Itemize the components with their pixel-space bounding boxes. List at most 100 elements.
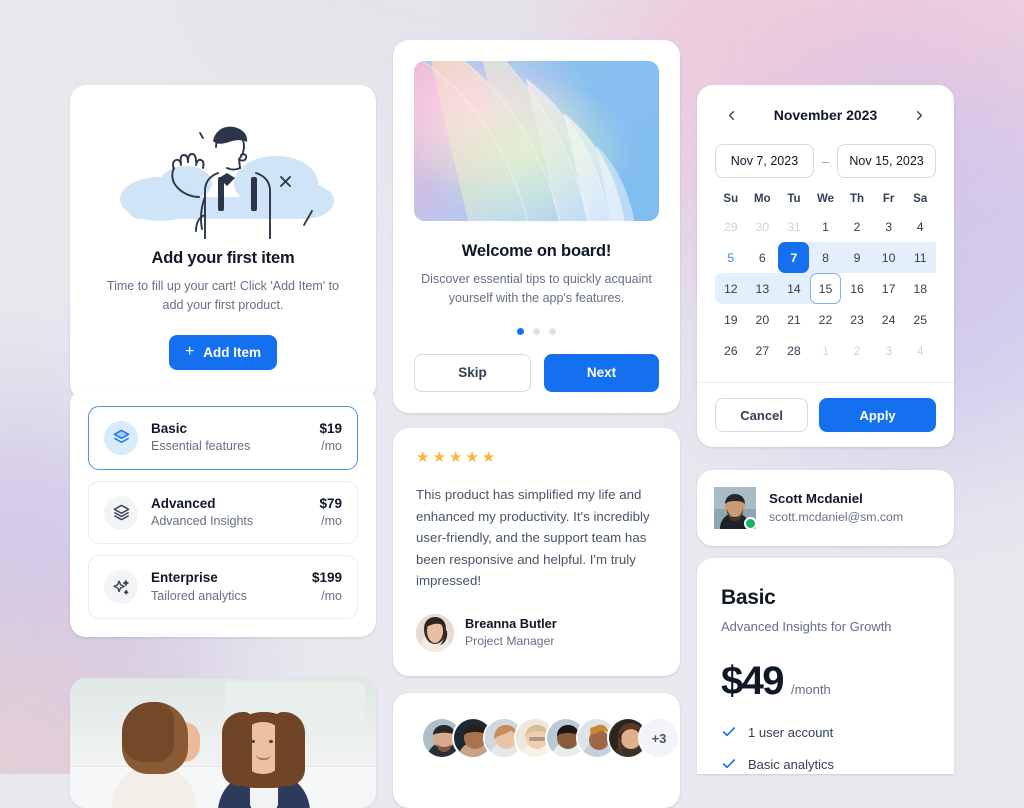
star-icon: ★ <box>432 449 446 466</box>
calendar-day[interactable]: 24 <box>873 304 905 335</box>
user-profile-card[interactable]: Scott Mcdaniel scott.mcdaniel@sm.com <box>697 470 954 546</box>
calendar-day-in-range[interactable]: 13 <box>746 273 779 304</box>
calendar-week-row: 29 30 31 1 2 3 4 <box>715 211 936 242</box>
testimonial-author-role: Project Manager <box>465 634 555 649</box>
empty-state-subtitle: Time to fill up your cart! Click 'Add It… <box>106 279 340 312</box>
pricing-feature-list: 1 user account Basic analytics <box>721 724 930 772</box>
avatar-group: +3 <box>421 717 680 759</box>
pricing-amount: $49 <box>721 659 785 703</box>
calendar-day[interactable]: 28 <box>778 335 810 366</box>
carousel-dot-3[interactable] <box>549 327 556 335</box>
calendar-day-in-range[interactable]: 14 <box>778 273 810 304</box>
calendar-week-row: 26 27 28 1 2 3 4 <box>715 335 936 366</box>
end-date-input[interactable]: Nov 15, 2023 <box>837 144 937 178</box>
calendar-day[interactable]: 3 <box>873 211 905 242</box>
calendar-day: 30 <box>755 219 770 234</box>
profile-name: Scott Mcdaniel <box>769 491 863 507</box>
star-icon: ★ <box>416 449 430 466</box>
calendar-day: 31 <box>787 219 801 234</box>
calendar-day-in-range[interactable]: 8 <box>809 242 842 273</box>
calendar-day[interactable]: 22 <box>810 304 842 335</box>
cancel-button[interactable]: Cancel <box>715 398 809 432</box>
add-item-button[interactable]: + Add Item <box>169 334 277 370</box>
calendar-day-in-range[interactable]: 11 <box>904 242 936 273</box>
pricing-plan-title: Basic <box>721 586 776 609</box>
chevron-left-icon[interactable] <box>719 103 743 127</box>
plan-selector-card: Basic Essential features $19 /mo Advance… <box>70 388 376 638</box>
plan-period: /mo <box>321 439 342 454</box>
plan-option-enterprise[interactable]: Enterprise Tailored analytics $199 /mo <box>88 555 358 620</box>
layers-stack-icon <box>104 495 138 530</box>
pricing-plan-subtitle: Advanced Insights for Growth <box>721 619 892 634</box>
carousel-dots <box>414 327 659 335</box>
check-icon <box>721 724 737 740</box>
calendar-day-range-end[interactable]: 15 <box>809 273 842 304</box>
calendar-month-label: November 2023 <box>773 107 878 123</box>
date-range-picker-card: November 2023 Nov 7, 2023 – Nov 15, 2023… <box>697 85 954 447</box>
calendar-day[interactable]: 6 <box>747 242 779 273</box>
calendar-day: 1 <box>822 343 829 358</box>
calendar-day: 3 <box>885 343 893 358</box>
dashboard-page: Add your first item Time to fill up your… <box>0 0 1024 808</box>
calendar-week-row: 19 20 21 22 23 24 25 <box>715 304 936 335</box>
star-icon: ★ <box>481 449 496 466</box>
list-item: Basic analytics <box>721 756 930 772</box>
calendar-week-row: 12 13 14 15 16 17 18 <box>715 273 936 304</box>
feature-label: 1 user account <box>748 724 834 740</box>
pricing-card: Basic Advanced Insights for Growth $49 /… <box>697 558 954 774</box>
waving-person-illustration <box>108 111 338 239</box>
calendar-day[interactable]: 27 <box>747 335 779 366</box>
avatar-overflow-count[interactable]: +3 <box>638 717 680 759</box>
calendar-day[interactable]: 4 <box>904 211 936 242</box>
calendar-day-today[interactable]: 5 <box>715 242 747 273</box>
team-photo-card <box>70 678 376 808</box>
chevron-right-icon[interactable] <box>908 103 932 127</box>
layers-icon <box>104 420 138 455</box>
calendar-weekday-header: Su Mo Tu We Th Fr Sa <box>715 193 936 211</box>
calendar-day[interactable]: 21 <box>778 304 810 335</box>
skip-button[interactable]: Skip <box>414 353 531 392</box>
calendar-day[interactable]: 25 <box>904 304 936 335</box>
calendar-grid: Su Mo Tu We Th Fr Sa 29 30 31 1 2 3 4 5 … <box>715 193 936 366</box>
plan-name: Basic <box>151 421 188 436</box>
plan-name: Enterprise <box>151 570 218 586</box>
star-icon: ★ <box>448 449 463 466</box>
calendar-day: 2 <box>853 343 861 358</box>
feature-label: Basic analytics <box>748 756 834 772</box>
empty-state-title: Add your first item <box>151 249 295 267</box>
calendar-day-range-start[interactable]: 7 <box>778 242 810 273</box>
testimonial-card: ★ ★ ★ ★ ★ This product has simplified my… <box>393 428 680 676</box>
plan-option-basic[interactable]: Basic Essential features $19 /mo <box>88 406 358 470</box>
start-date-input[interactable]: Nov 7, 2023 <box>715 144 814 178</box>
calendar-day[interactable]: 17 <box>873 273 905 304</box>
calendar-day[interactable]: 23 <box>841 304 873 335</box>
plan-period: /mo <box>321 588 342 603</box>
weekday-label: Fr <box>882 193 895 205</box>
calendar-day[interactable]: 20 <box>747 304 779 335</box>
avatar-group-card: +3 <box>393 693 680 808</box>
star-rating: ★ ★ ★ ★ ★ <box>416 450 657 465</box>
carousel-dot-2[interactable] <box>533 327 540 335</box>
plan-desc: Advanced Insights <box>151 513 254 528</box>
calendar-day[interactable]: 19 <box>715 304 747 335</box>
calendar-day[interactable]: 26 <box>715 335 747 366</box>
calendar-day[interactable]: 18 <box>904 273 936 304</box>
check-icon <box>721 756 737 772</box>
calendar-day[interactable]: 2 <box>841 211 873 242</box>
apply-button[interactable]: Apply <box>819 398 936 432</box>
plan-price: $79 <box>319 495 342 511</box>
plan-option-advanced[interactable]: Advanced Advanced Insights $79 /mo <box>88 480 358 545</box>
calendar-day-in-range[interactable]: 9 <box>841 242 873 273</box>
carousel-dot-1[interactable] <box>517 327 524 335</box>
calendar-day-in-range[interactable]: 10 <box>872 242 905 273</box>
next-button[interactable]: Next <box>544 353 659 392</box>
list-item: 1 user account <box>721 724 930 740</box>
calendar-day-in-range[interactable]: 12 <box>715 273 747 304</box>
calendar-day[interactable]: 1 <box>810 211 842 242</box>
pricing-period: /month <box>790 682 831 697</box>
abstract-gradient-waves-image <box>414 61 659 221</box>
weekday-label: We <box>816 193 835 205</box>
plan-desc: Essential features <box>151 439 251 454</box>
plan-price: $199 <box>311 570 342 586</box>
calendar-day[interactable]: 16 <box>841 273 873 304</box>
